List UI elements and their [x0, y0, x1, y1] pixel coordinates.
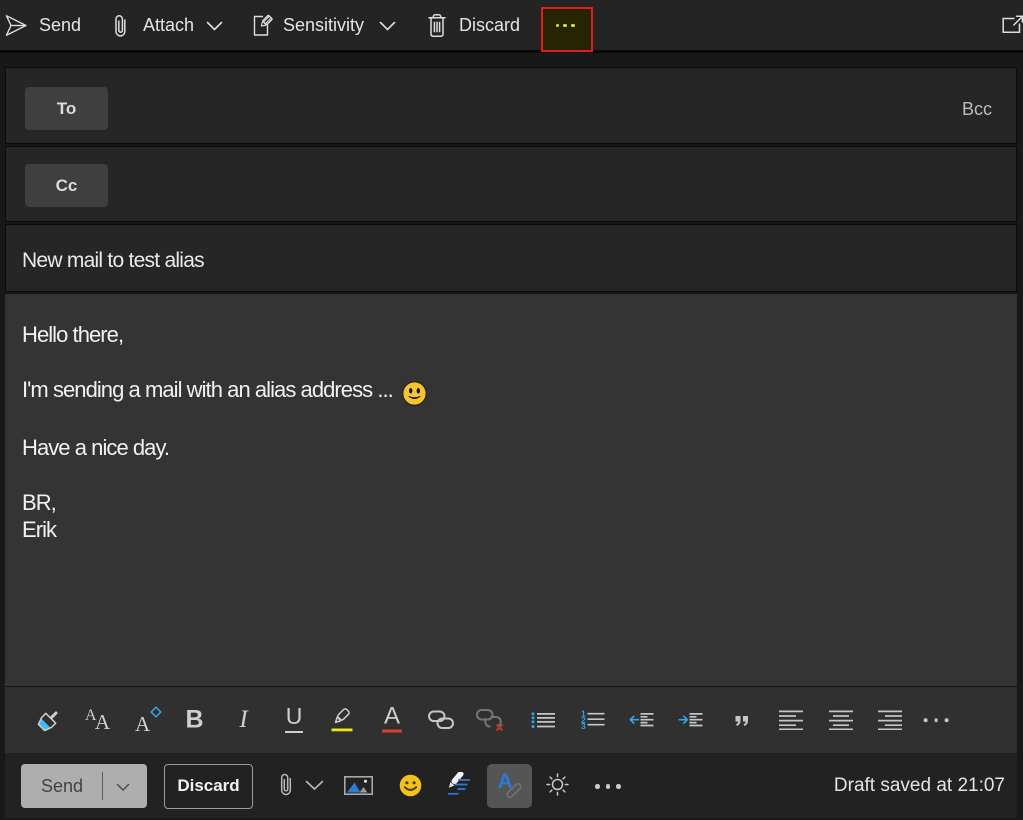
svg-text:3: 3 — [581, 721, 586, 729]
